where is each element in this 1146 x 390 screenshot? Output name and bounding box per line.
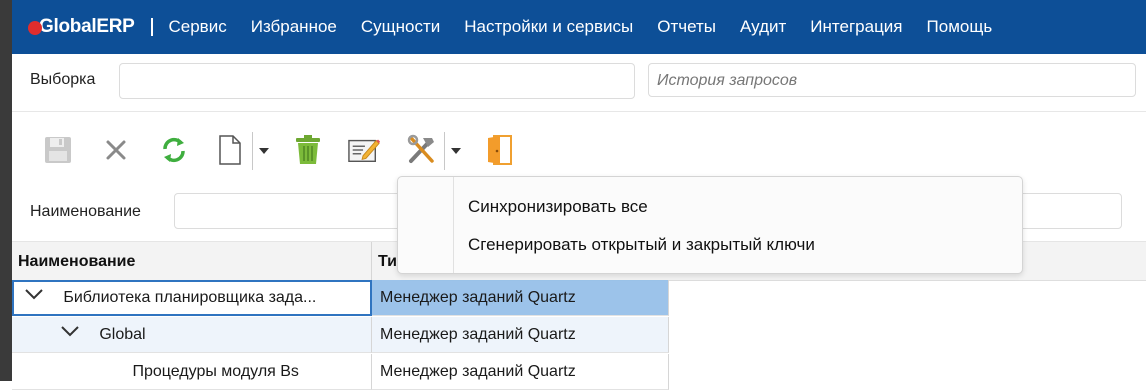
nav-separator [150,18,153,36]
new-document-button[interactable] [214,134,246,166]
table-row[interactable]: Global Менеджер заданий Quartz [12,317,669,353]
query-label: Выборка [30,71,96,88]
column-header-name[interactable]: Наименование [12,242,372,280]
grid-cell-type[interactable]: Менеджер заданий Quartz [372,280,669,316]
grid-cell-name[interactable]: Процедуры модуля Bs [12,354,372,390]
toolbar-divider [444,132,445,170]
tools-button[interactable] [406,134,438,166]
filter-label: Наименование [30,203,141,220]
tools-icon [407,134,434,163]
caret-down-icon [451,148,461,154]
new-document-icon [219,135,241,165]
chevron-down-icon [25,289,44,300]
row-name-text: Библиотека планировщика зада... [63,289,317,306]
grid-cell-name[interactable]: Библиотека планировщика зада... [12,280,372,316]
row-name-text: Global [99,326,146,343]
chevron-down-icon [61,326,80,337]
delete-button[interactable] [292,134,324,166]
nav-settings[interactable]: Настройки и сервисы [464,17,633,37]
toolbar-divider [252,132,253,170]
tools-dropdown-menu: Синхронизировать все Сгенерировать откры… [397,176,1023,274]
exit-door-icon [488,135,512,165]
table-row[interactable]: Библиотека планировщика зада... Менеджер… [12,280,669,316]
save-button[interactable] [42,134,74,166]
refresh-button[interactable] [158,134,190,166]
logo-dot-icon [28,21,42,35]
grid-cell-type[interactable]: Менеджер заданий Quartz [372,354,669,390]
menu-icon-gutter [398,177,454,273]
query-history-input[interactable]: История запросов [648,63,1136,97]
app-logo[interactable]: Global ERP [28,16,135,38]
refresh-icon [163,137,185,163]
save-icon [45,137,71,163]
app-page: Global ERP Сервис Избранное Сущности Наст… [12,0,1146,390]
exit-button[interactable] [484,134,516,166]
menu-item-sync-all[interactable]: Синхронизировать все [454,188,1020,226]
window-edge [0,0,12,381]
tools-dropdown[interactable] [450,144,462,158]
table-row[interactable]: Процедуры модуля Bs Менеджер заданий Qua… [12,354,669,390]
top-navigation: Global ERP Сервис Избранное Сущности Наст… [12,0,1146,54]
nav-reports[interactable]: Отчеты [657,17,716,37]
query-input[interactable] [119,63,635,99]
caret-down-icon [259,148,269,154]
grid-cell-name[interactable]: Global [12,317,372,353]
nav-service[interactable]: Сервис [169,17,227,37]
nav-entities[interactable]: Сущности [361,17,440,37]
cancel-icon [106,140,126,160]
query-row: Выборка История запросов [12,54,1146,112]
nav-integration[interactable]: Интеграция [810,17,902,37]
nav-favorites[interactable]: Избранное [251,17,337,37]
delete-icon [296,135,320,164]
grid-cell-type[interactable]: Менеджер заданий Quartz [372,317,669,353]
cancel-button[interactable] [100,134,132,166]
menu-item-generate-keys[interactable]: Сгенерировать открытый и закрытый ключи [454,226,1020,264]
edit-button[interactable] [348,134,380,166]
new-document-dropdown[interactable] [258,144,270,158]
nav-audit[interactable]: Аудит [740,17,786,37]
logo-text: lobal [53,16,97,37]
logo-erp: ERP [96,16,135,37]
row-name-text: Процедуры модуля Bs [132,363,299,380]
nav-help[interactable]: Помощь [927,17,993,37]
edit-icon [348,139,380,162]
